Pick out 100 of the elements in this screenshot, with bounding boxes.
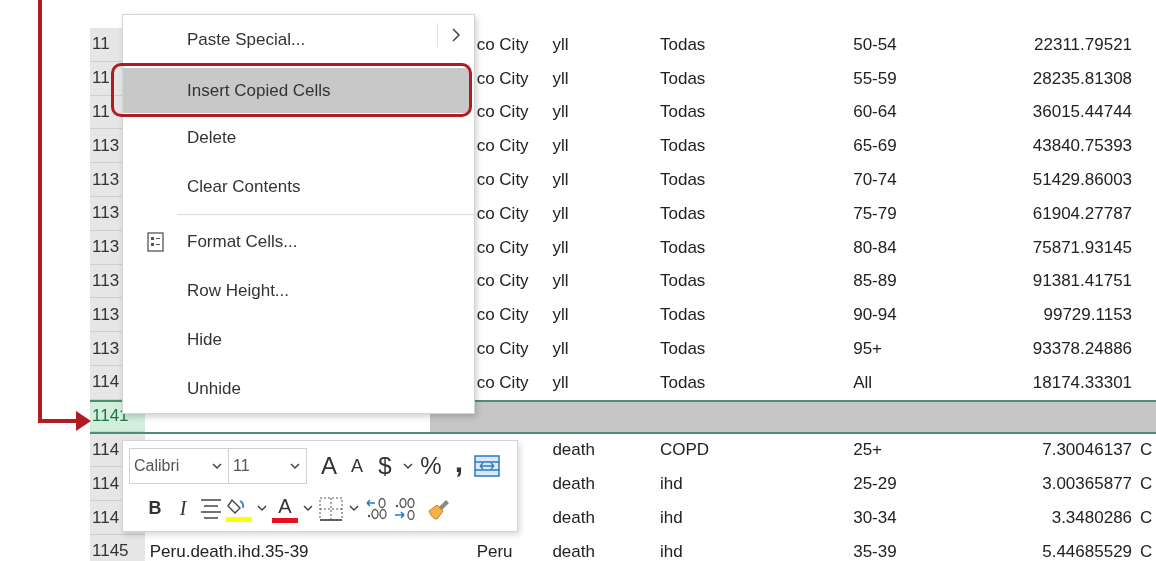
table-cell: 80-84 [853, 237, 897, 258]
table-cell: co City [476, 372, 529, 393]
decrease-decimal-icon [393, 496, 417, 521]
table-cell: C [1140, 440, 1153, 461]
table-cell: All [853, 372, 873, 393]
table-cell: death [552, 541, 595, 561]
table-cell: co City [476, 339, 529, 360]
shrink-font-button[interactable]: A [343, 448, 371, 484]
table-cell: Todas [659, 237, 706, 258]
table-cell: ihd [659, 541, 683, 561]
table-cell: 36015.44744 [1032, 102, 1133, 123]
table-cell: C [1140, 508, 1153, 529]
italic-button[interactable]: I [169, 490, 197, 527]
table-cell: Todas [659, 68, 706, 89]
format-button[interactable]: $ [371, 448, 399, 484]
table-cell: yll [552, 305, 569, 326]
table-cell: Todas [659, 102, 706, 123]
table-cell: death [552, 474, 595, 495]
table-cell: co City [476, 237, 529, 258]
table-cell: COPD [659, 440, 710, 461]
table-cell: yll [552, 170, 569, 191]
font-color-button[interactable]: A [271, 490, 299, 527]
table-cell: co City [476, 34, 529, 55]
caret-icon [303, 505, 313, 512]
font-field[interactable]: Calibri [129, 448, 229, 484]
table-cell: Todas [659, 305, 706, 326]
table-cell: yll [552, 237, 569, 258]
table-cell: co City [476, 305, 529, 326]
table-cell: 5.44685529 [1042, 541, 1133, 561]
table-cell: Peru.death.ihd.35-39 [149, 541, 309, 561]
table-cell: 93378.24886 [1032, 339, 1133, 360]
table-cell: 90-94 [853, 305, 897, 326]
table-cell: Peru [476, 541, 513, 561]
table-cell: 25+ [853, 440, 883, 461]
table-cell: 95+ [853, 339, 883, 360]
format-cells-icon [147, 232, 164, 252]
table-cell: 55-59 [853, 68, 897, 89]
align-center-icon [200, 497, 222, 520]
table-cell: yll [552, 68, 569, 89]
table-cell: C [1140, 541, 1153, 561]
table-cell: yll [552, 372, 569, 393]
menu-item[interactable]: Insert Copied Cells [123, 68, 470, 113]
table-cell: 35-39 [853, 541, 897, 561]
table-cell: yll [552, 136, 569, 157]
table-cell: Todas [659, 203, 706, 224]
table-cell: Todas [659, 372, 706, 393]
table-cell: ihd [659, 474, 683, 495]
wrap-text-icon [474, 455, 500, 477]
table-cell: Todas [659, 170, 706, 191]
table-cell: co City [476, 136, 529, 157]
table-cell: co City [476, 203, 529, 224]
comma-style-button[interactable]: , [445, 444, 473, 488]
table-cell: yll [552, 34, 569, 55]
table-cell: Todas [659, 136, 706, 157]
caret-icon [290, 462, 300, 470]
grow-font-button[interactable]: A [315, 448, 343, 484]
table-cell: Todas [659, 271, 706, 292]
caret-icon [349, 505, 359, 512]
borders-icon [319, 496, 343, 521]
table-cell: 65-69 [853, 136, 897, 157]
table-cell: ihd [659, 508, 683, 529]
table-cell: Todas [659, 339, 706, 360]
increase-decimal-icon [365, 496, 389, 521]
table-cell: death [552, 440, 595, 461]
table-cell: 61904.27787 [1032, 203, 1133, 224]
table-cell: 3.00365877 [1042, 474, 1133, 495]
table-cell: 50-54 [853, 34, 897, 55]
table-cell: yll [552, 271, 569, 292]
row-header[interactable]: 1145 [90, 534, 145, 561]
table-cell: 91381.41751 [1032, 271, 1133, 292]
table-cell: 43840.75393 [1032, 136, 1133, 157]
table-cell: co City [476, 170, 529, 191]
table-cell: 60-64 [853, 102, 897, 123]
table-cell: 70-74 [853, 170, 897, 191]
table-cell: yll [552, 102, 569, 123]
table-cell: C [1140, 474, 1153, 495]
table-cell: 75871.93145 [1032, 237, 1133, 258]
caret-icon [403, 462, 413, 470]
table-cell: 18174.33301 [1032, 372, 1133, 393]
table-cell: yll [552, 339, 569, 360]
table-cell: 22311.79521 [1034, 34, 1133, 55]
table-cell: co City [476, 271, 529, 292]
table-cell: 7.30046137 [1042, 440, 1133, 461]
table-cell: 30-34 [853, 508, 897, 529]
table-cell: co City [476, 102, 529, 123]
table-cell: 85-89 [853, 271, 897, 292]
table-cell: 51429.86003 [1032, 170, 1133, 191]
format-button[interactable]: % [417, 448, 445, 484]
caret-icon [257, 505, 267, 512]
table-cell: Todas [659, 34, 706, 55]
caret-icon [212, 462, 222, 470]
table-cell: co City [476, 68, 529, 89]
table-cell: 28235.81308 [1032, 68, 1133, 89]
chevron-right-icon [451, 27, 461, 43]
table-cell: yll [552, 203, 569, 224]
table-cell: 75-79 [853, 203, 897, 224]
table-cell: 25-29 [853, 474, 897, 495]
table-cell: death [552, 508, 595, 529]
table-cell: 3.3480286 [1051, 508, 1133, 529]
font-size-field[interactable]: 11 [229, 448, 307, 484]
